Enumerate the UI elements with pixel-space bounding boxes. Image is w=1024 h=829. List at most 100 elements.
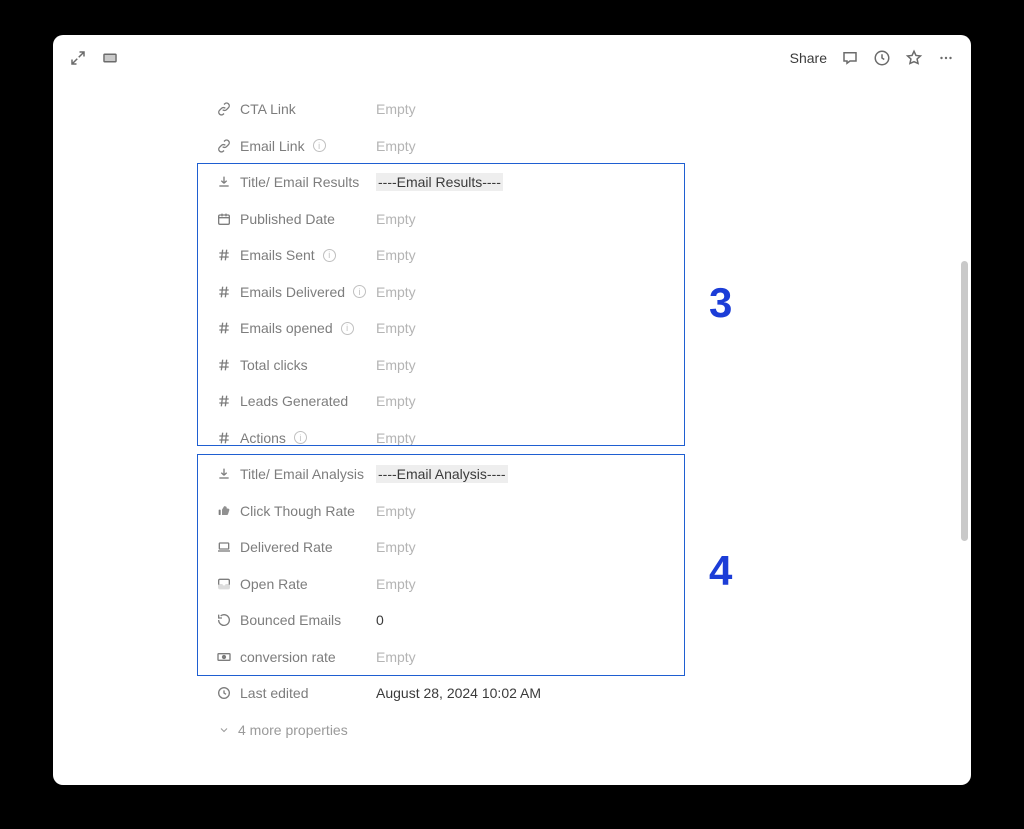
inbox-icon <box>216 576 232 592</box>
history-icon[interactable] <box>873 49 891 67</box>
info-icon[interactable]: i <box>323 249 336 262</box>
property-label: CTA Link <box>240 101 296 117</box>
more-properties-label: 4 more properties <box>238 722 348 738</box>
laptop-icon <box>216 539 232 555</box>
calendar-icon <box>216 211 232 227</box>
share-button[interactable]: Share <box>790 50 827 66</box>
more-properties-toggle[interactable]: 4 more properties <box>216 722 971 738</box>
property-key: Published Date <box>216 211 376 227</box>
property-value[interactable]: Empty <box>376 247 416 263</box>
property-row[interactable]: Open Rate Empty <box>216 566 971 603</box>
property-value[interactable]: Empty <box>376 101 416 117</box>
hash-icon <box>216 393 232 409</box>
property-row[interactable]: Bounced Emails 0 <box>216 602 971 639</box>
property-value[interactable]: Empty <box>376 211 416 227</box>
hash-icon <box>216 357 232 373</box>
property-row[interactable]: Email Link i Empty <box>216 128 971 165</box>
property-value[interactable]: 0 <box>376 612 384 628</box>
property-label: Click Though Rate <box>240 503 355 519</box>
property-row[interactable]: Leads Generated Empty <box>216 383 971 420</box>
property-value[interactable]: Empty <box>376 649 416 665</box>
property-row[interactable]: Emails Sent i Empty <box>216 237 971 274</box>
property-label: Last edited <box>240 685 309 701</box>
property-key: Emails opened i <box>216 320 376 336</box>
info-icon[interactable]: i <box>341 322 354 335</box>
property-value[interactable]: ----Email Results---- <box>376 173 503 191</box>
property-row[interactable]: Total clicks Empty <box>216 347 971 384</box>
property-row[interactable]: Published Date Empty <box>216 201 971 238</box>
property-row[interactable]: Emails Delivered i Empty <box>216 274 971 311</box>
annotation-label-4: 4 <box>709 547 732 595</box>
property-key: conversion rate <box>216 649 376 665</box>
info-icon[interactable]: i <box>294 431 307 444</box>
property-key: CTA Link <box>216 101 376 117</box>
info-icon[interactable]: i <box>353 285 366 298</box>
property-label: Emails opened <box>240 320 333 336</box>
app-window: Share CTA Link Empty Email Link i Empty Title… <box>53 35 971 785</box>
hash-icon <box>216 430 232 446</box>
property-label: Email Link <box>240 138 305 154</box>
link-icon <box>216 101 232 117</box>
hash-icon <box>216 284 232 300</box>
property-value[interactable]: ----Email Analysis---- <box>376 465 508 483</box>
property-label: Title/ Email Results <box>240 174 359 190</box>
property-list: CTA Link Empty Email Link i Empty Title/ Emai… <box>53 81 971 738</box>
property-row[interactable]: Delivered Rate Empty <box>216 529 971 566</box>
property-value[interactable]: Empty <box>376 576 416 592</box>
property-value[interactable]: Empty <box>376 430 416 446</box>
chevron-down-icon <box>218 724 230 736</box>
property-key: Email Link i <box>216 138 376 154</box>
clock-icon <box>216 685 232 701</box>
property-row[interactable]: Actions i Empty <box>216 420 971 457</box>
property-label: Published Date <box>240 211 335 227</box>
property-key: Open Rate <box>216 576 376 592</box>
link-icon <box>216 138 232 154</box>
property-row[interactable]: Title/ Email Analysis ----Email Analysis-… <box>216 456 971 493</box>
property-label: Bounced Emails <box>240 612 341 628</box>
property-key: Bounced Emails <box>216 612 376 628</box>
expand-icon[interactable] <box>69 49 87 67</box>
more-icon[interactable] <box>937 49 955 67</box>
property-value[interactable]: Empty <box>376 320 416 336</box>
star-icon[interactable] <box>905 49 923 67</box>
hash-icon <box>216 320 232 336</box>
thumb-icon <box>216 503 232 519</box>
property-label: Emails Sent <box>240 247 315 263</box>
annotation-label-3: 3 <box>709 279 732 327</box>
scrollbar-thumb[interactable] <box>961 261 968 541</box>
property-row[interactable]: conversion rate Empty <box>216 639 971 676</box>
property-label: Actions <box>240 430 286 446</box>
titlebar-left <box>69 49 119 67</box>
property-value[interactable]: Empty <box>376 357 416 373</box>
property-label: Delivered Rate <box>240 539 333 555</box>
titlebar: Share <box>53 35 971 81</box>
property-value[interactable]: Empty <box>376 138 416 154</box>
property-row[interactable]: CTA Link Empty <box>216 91 971 128</box>
peek-icon[interactable] <box>101 49 119 67</box>
property-value[interactable]: Empty <box>376 393 416 409</box>
property-row[interactable]: Click Though Rate Empty <box>216 493 971 530</box>
property-label: Leads Generated <box>240 393 348 409</box>
download-icon <box>216 174 232 190</box>
property-key: Total clicks <box>216 357 376 373</box>
money-icon <box>216 649 232 665</box>
property-value[interactable]: August 28, 2024 10:02 AM <box>376 685 541 701</box>
property-label: conversion rate <box>240 649 336 665</box>
property-key: Last edited <box>216 685 376 701</box>
property-value[interactable]: Empty <box>376 284 416 300</box>
property-key: Actions i <box>216 430 376 446</box>
property-key: Leads Generated <box>216 393 376 409</box>
property-label: Open Rate <box>240 576 308 592</box>
property-key: Click Though Rate <box>216 503 376 519</box>
property-label: Title/ Email Analysis <box>240 466 364 482</box>
property-key: Emails Delivered i <box>216 284 376 300</box>
property-row[interactable]: Title/ Email Results ----Email Results---… <box>216 164 971 201</box>
info-icon[interactable]: i <box>313 139 326 152</box>
property-value[interactable]: Empty <box>376 539 416 555</box>
property-row[interactable]: Emails opened i Empty <box>216 310 971 347</box>
property-value[interactable]: Empty <box>376 503 416 519</box>
property-label: Total clicks <box>240 357 308 373</box>
property-label: Emails Delivered <box>240 284 345 300</box>
property-row[interactable]: Last edited August 28, 2024 10:02 AM <box>216 675 971 712</box>
comment-icon[interactable] <box>841 49 859 67</box>
